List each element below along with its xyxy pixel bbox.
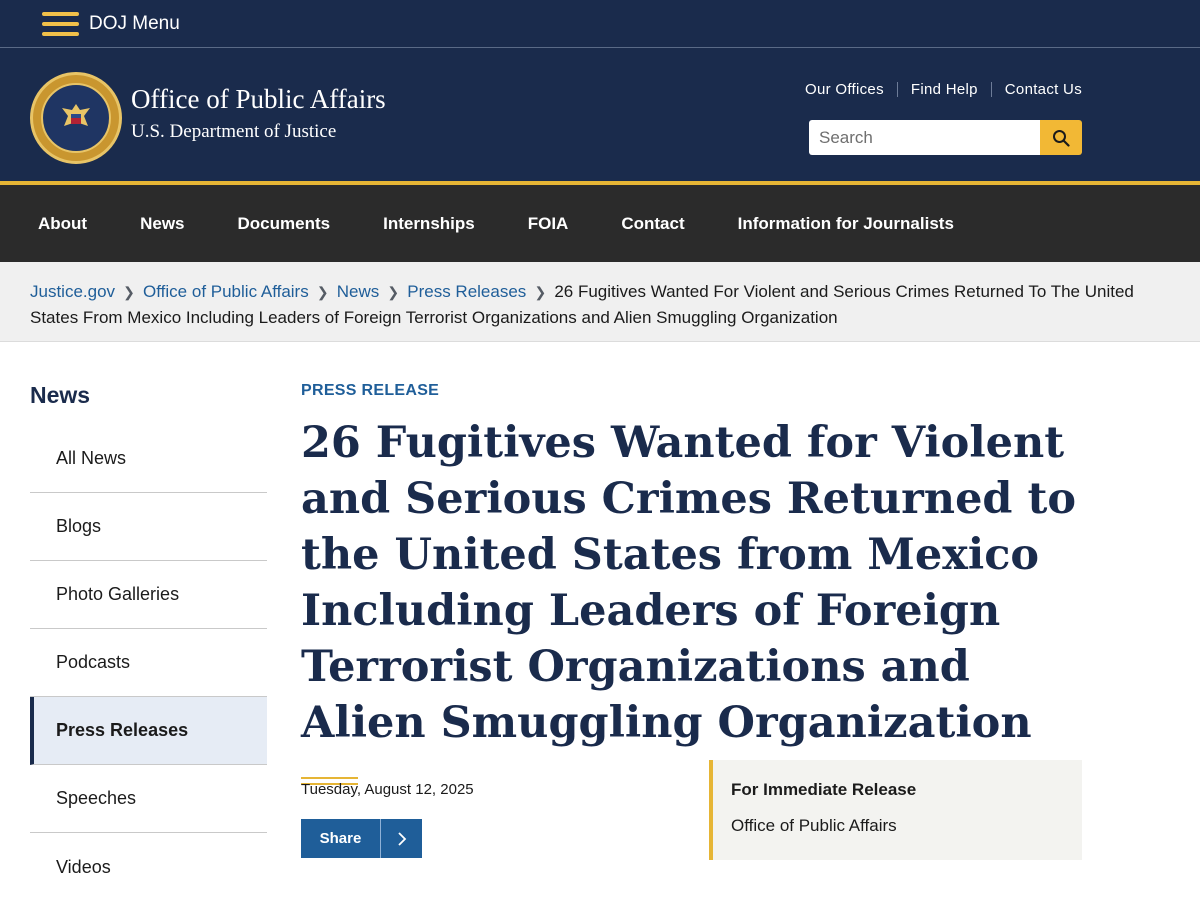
sidebar-item-blogs[interactable]: Blogs (30, 493, 267, 561)
breadcrumb-news[interactable]: News (337, 282, 380, 301)
search-icon (1053, 129, 1070, 147)
sidebar-item-videos[interactable]: Videos (30, 833, 267, 901)
our-offices-link[interactable]: Our Offices (805, 81, 884, 98)
chevron-right-icon: ❯ (387, 284, 400, 300)
nav-information-for-journalists[interactable]: Information for Journalists (738, 214, 954, 234)
site-title[interactable]: Office of Public Affairs (131, 84, 386, 115)
sidebar-item-speeches[interactable]: Speeches (30, 765, 267, 833)
divider (990, 82, 992, 97)
release-office: Office of Public Affairs (731, 816, 897, 835)
contact-us-link[interactable]: Contact Us (1005, 81, 1082, 98)
site-header: Office of Public Affairs U.S. Department… (0, 48, 1200, 185)
search-form (809, 120, 1082, 155)
divider (896, 82, 898, 97)
nav-documents[interactable]: Documents (238, 214, 331, 234)
utility-links: Our Offices Find Help Contact Us (805, 81, 1082, 98)
seal-inner (41, 83, 111, 153)
article: PRESS RELEASE 26 Fugitives Wanted for Vi… (301, 366, 1091, 860)
chevron-right-icon: ❯ (123, 284, 135, 300)
doj-menu-button[interactable]: DOJ Menu (42, 11, 180, 36)
eagle-icon (62, 104, 90, 126)
top-bar: DOJ Menu (0, 0, 1200, 48)
article-headline: 26 Fugitives Wanted for Violent and Seri… (301, 418, 1077, 748)
release-info-box: For Immediate Release Office of Public A… (709, 760, 1082, 860)
breadcrumb: Justice.gov ❯ Office of Public Affairs ❯ New… (0, 262, 1200, 342)
hamburger-icon (42, 11, 79, 36)
breadcrumb-office-of-public-affairs[interactable]: Office of Public Affairs (143, 282, 309, 301)
nav-news[interactable]: News (140, 214, 184, 234)
sidebar-title: News (30, 382, 91, 408)
nav-about[interactable]: About (38, 214, 87, 234)
breadcrumb-justice-gov[interactable]: Justice.gov (30, 282, 115, 301)
search-button[interactable] (1040, 120, 1082, 155)
site-subtitle[interactable]: U.S. Department of Justice (131, 121, 336, 143)
sidebar-item-photo-galleries[interactable]: Photo Galleries (30, 561, 267, 629)
nav-foia[interactable]: FOIA (528, 214, 569, 234)
nav-contact[interactable]: Contact (621, 214, 684, 234)
release-title: For Immediate Release (731, 780, 917, 799)
breadcrumb-press-releases[interactable]: Press Releases (407, 282, 526, 301)
article-date: Tuesday, August 12, 2025 (301, 781, 474, 798)
doj-seal-logo[interactable] (30, 72, 122, 164)
search-input[interactable] (809, 120, 1040, 155)
sidebar-item-podcasts[interactable]: Podcasts (30, 629, 267, 697)
sidebar-item-press-releases[interactable]: Press Releases (30, 697, 267, 765)
chevron-right-icon: ❯ (534, 284, 547, 300)
find-help-link[interactable]: Find Help (911, 81, 978, 98)
article-kicker: PRESS RELEASE (301, 382, 440, 399)
share-label: Share (301, 819, 381, 858)
sidebar-item-all-news[interactable]: All News (30, 425, 267, 493)
nav-internships[interactable]: Internships (383, 214, 475, 234)
main-nav: About News Documents Internships FOIA Co… (0, 185, 1200, 262)
chevron-right-icon: ❯ (316, 284, 329, 300)
chevron-right-icon (381, 819, 422, 858)
doj-menu-label: DOJ Menu (89, 12, 180, 34)
share-button[interactable]: Share (301, 819, 422, 858)
sidebar: News All News Blogs Photo Galleries Podc… (30, 366, 267, 901)
